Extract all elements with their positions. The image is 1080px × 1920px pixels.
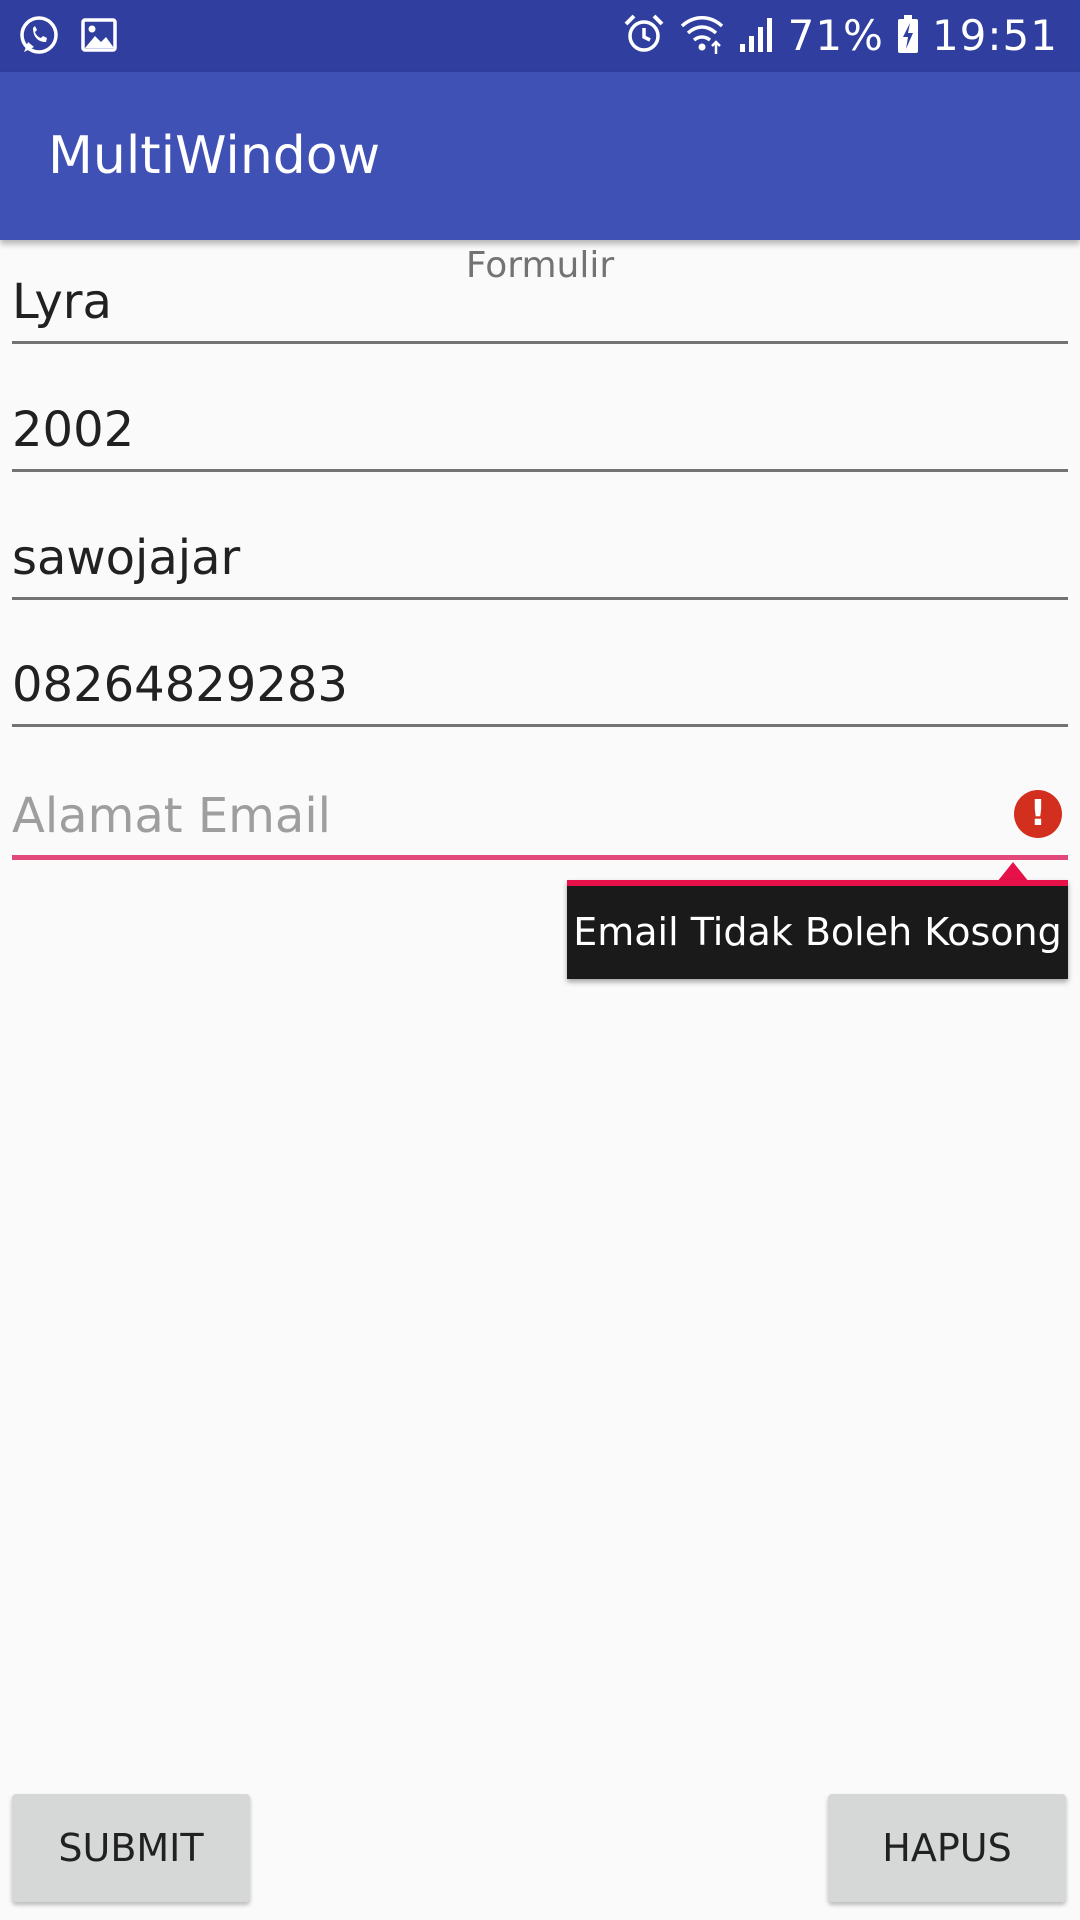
app-title: MultiWindow bbox=[48, 126, 381, 186]
phone-field-underline bbox=[12, 724, 1068, 727]
error-icon[interactable]: ! bbox=[1014, 790, 1062, 838]
email-field-placeholder: Alamat Email bbox=[12, 788, 332, 844]
error-popup: Email Tidak Boleh Kosong bbox=[567, 880, 1068, 979]
whatsapp-icon bbox=[18, 14, 60, 60]
name-field[interactable]: Lyra bbox=[12, 264, 1068, 344]
alarm-icon bbox=[622, 12, 666, 60]
submit-button[interactable]: SUBMIT bbox=[12, 1794, 250, 1902]
address-field-value: sawojajar bbox=[12, 530, 241, 586]
name-field-underline bbox=[12, 341, 1068, 344]
address-field-underline bbox=[12, 597, 1068, 600]
name-field-value: Lyra bbox=[12, 274, 112, 330]
gallery-icon bbox=[80, 16, 118, 58]
error-message: Email Tidak Boleh Kosong bbox=[573, 910, 1062, 954]
app-bar: MultiWindow bbox=[0, 72, 1080, 240]
wifi-icon bbox=[678, 12, 726, 60]
battery-charging-icon bbox=[896, 13, 920, 59]
address-field[interactable]: sawojajar bbox=[12, 520, 1068, 600]
email-field[interactable]: Alamat Email ! bbox=[12, 778, 1068, 860]
screen: 71% 19:51 MultiWindow Formulir Lyra 2002… bbox=[0, 0, 1080, 1920]
clock: 19:51 bbox=[931, 11, 1058, 60]
status-left-icons bbox=[18, 14, 118, 60]
status-bar: 71% 19:51 bbox=[0, 0, 1080, 72]
error-popup-arrow bbox=[997, 862, 1029, 882]
signal-icon bbox=[738, 14, 776, 58]
status-right-icons: 71% 19:51 bbox=[622, 10, 1058, 62]
phone-field[interactable]: 08264829283 bbox=[12, 647, 1068, 727]
hapus-button[interactable]: HAPUS bbox=[828, 1794, 1066, 1902]
year-field[interactable]: 2002 bbox=[12, 392, 1068, 472]
battery-percent: 71% bbox=[787, 11, 884, 60]
phone-field-value: 08264829283 bbox=[12, 657, 348, 713]
year-field-value: 2002 bbox=[12, 402, 135, 458]
email-field-underline bbox=[12, 855, 1068, 860]
year-field-underline bbox=[12, 469, 1068, 472]
